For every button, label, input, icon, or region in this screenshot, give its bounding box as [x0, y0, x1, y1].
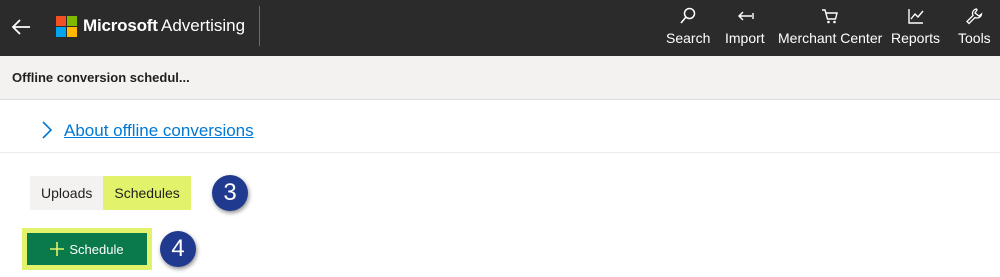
nav-search-button[interactable]: Search	[666, 6, 710, 50]
cart-icon	[820, 6, 840, 26]
breadcrumb: Offline conversion schedul...	[0, 56, 1000, 100]
about-offline-conversions-link[interactable]: About offline conversions	[64, 121, 254, 141]
wrench-icon	[964, 6, 984, 26]
import-icon	[735, 6, 755, 26]
tab-schedules[interactable]: Schedules	[103, 176, 191, 210]
nav-merchant-center-button[interactable]: Merchant Center	[778, 6, 882, 50]
step-callout-badge: 3	[212, 175, 248, 211]
nav-import-button[interactable]: Import	[725, 6, 765, 50]
about-section: About offline conversions	[0, 101, 1000, 153]
schedule-button-label: Schedule	[69, 241, 124, 257]
add-schedule-button[interactable]: Schedule	[27, 233, 147, 265]
chevron-right-icon[interactable]	[40, 120, 54, 140]
header-divider	[259, 6, 260, 46]
microsoft-logo	[56, 16, 77, 37]
chart-icon	[906, 6, 926, 26]
nav-reports-button[interactable]: Reports	[891, 6, 940, 50]
tab-uploads[interactable]: Uploads	[30, 176, 104, 210]
nav-merchant-center-label: Merchant Center	[778, 30, 883, 46]
product-name: Advertising	[161, 16, 246, 35]
nav-import-label: Import	[725, 30, 765, 46]
step-callout-badge: 4	[160, 231, 196, 267]
top-navigation-bar: Microsoft Advertising Search Import Merc…	[0, 0, 1000, 56]
nav-search-label: Search	[666, 30, 711, 46]
brand-name: Microsoft	[83, 16, 158, 35]
page-title: Offline conversion schedul...	[12, 70, 190, 85]
back-arrow-icon[interactable]	[10, 16, 32, 38]
nav-tools-label: Tools	[958, 30, 991, 46]
plus-icon	[50, 242, 65, 256]
search-icon	[678, 6, 698, 26]
nav-reports-label: Reports	[891, 30, 941, 46]
tab-strip: Uploads Schedules	[30, 176, 191, 210]
nav-tools-button[interactable]: Tools	[958, 6, 991, 50]
